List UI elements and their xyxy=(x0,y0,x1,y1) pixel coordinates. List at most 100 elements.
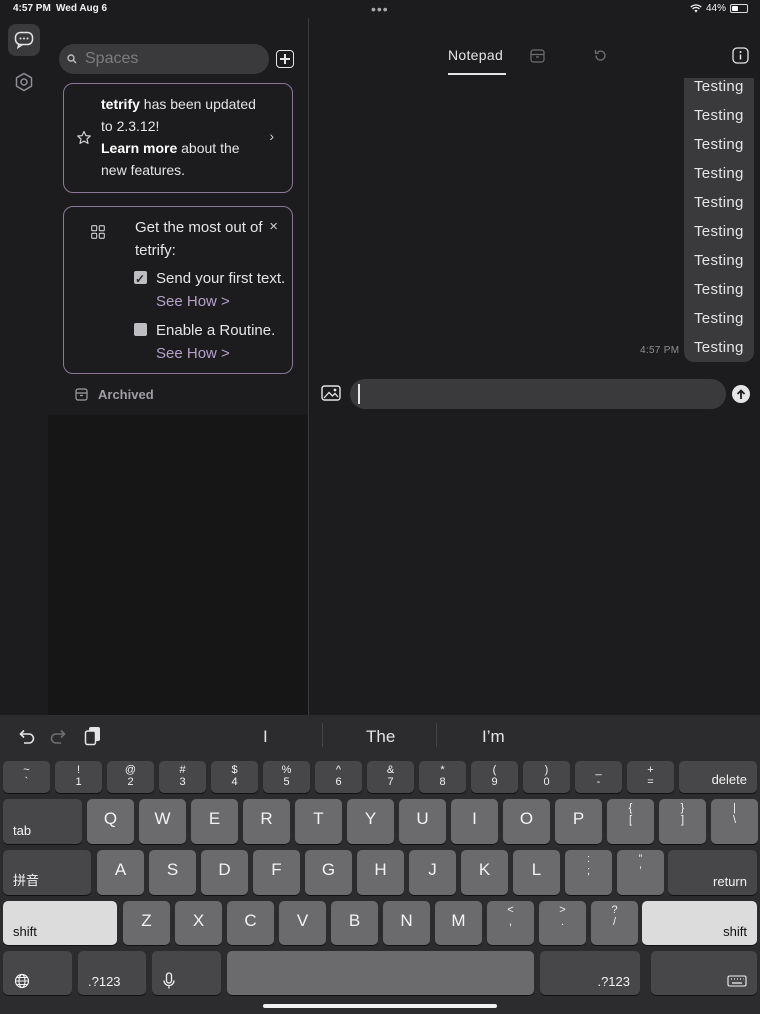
letter-key[interactable]: H xyxy=(357,850,404,895)
paste-icon[interactable] xyxy=(84,726,102,746)
message-input[interactable] xyxy=(350,379,726,409)
spaces-search[interactable]: Spaces xyxy=(59,44,269,74)
onboarding-title: Get the most out of tetrify: xyxy=(135,219,263,259)
numbers-key-left[interactable]: .?123 xyxy=(78,951,146,995)
letter-key[interactable]: >. xyxy=(539,901,586,945)
letter-key[interactable]: }] xyxy=(659,799,706,844)
letter-key[interactable]: | \ xyxy=(711,799,758,844)
letter-key[interactable]: S xyxy=(149,850,196,895)
letter-key[interactable]: J xyxy=(409,850,456,895)
suggestion-1[interactable]: I xyxy=(263,727,268,747)
letter-key[interactable]: U xyxy=(399,799,446,844)
suggestion-3[interactable]: I’m xyxy=(482,727,505,747)
letter-key[interactable]: Z xyxy=(123,901,170,945)
letter-key[interactable]: M xyxy=(435,901,482,945)
tab-notepad[interactable]: Notepad xyxy=(448,47,503,63)
letter-key[interactable]: F xyxy=(253,850,300,895)
message-bubble[interactable]: Testing Testing Testing Testing Testing Testi… xyxy=(684,78,754,362)
info-icon[interactable] xyxy=(732,47,749,64)
letter-key[interactable]: D xyxy=(201,850,248,895)
close-icon[interactable]: × xyxy=(269,218,278,235)
rail-chat-button[interactable] xyxy=(8,24,40,56)
letter-key[interactable]: ? / xyxy=(591,901,638,945)
key-label: C xyxy=(244,911,257,930)
message-line: Testing xyxy=(694,223,744,240)
globe-key[interactable] xyxy=(3,951,72,995)
letter-key[interactable]: {[ xyxy=(607,799,654,844)
letter-key[interactable]: ”’ xyxy=(617,850,664,895)
numbers-key-right[interactable]: .?123 xyxy=(540,951,640,995)
task-send-text[interactable]: Send your first text. See How > xyxy=(134,267,289,313)
letter-key[interactable]: B xyxy=(331,901,378,945)
key-shift-label: > xyxy=(559,904,566,916)
delete-key[interactable]: delete xyxy=(679,761,757,793)
letter-key[interactable]: C xyxy=(227,901,274,945)
image-attach-icon[interactable] xyxy=(321,385,341,401)
key-symbol[interactable]: * 8 xyxy=(419,761,466,793)
shift-right-key[interactable]: shift xyxy=(642,901,757,945)
key-label: ; xyxy=(586,865,591,877)
key-symbol[interactable]: $4 xyxy=(211,761,258,793)
add-space-button[interactable] xyxy=(276,50,294,68)
space-bar[interactable] xyxy=(227,951,534,995)
multitasking-dots[interactable]: ••• xyxy=(371,1,389,17)
key-label: F xyxy=(271,860,282,879)
letter-key[interactable]: X xyxy=(175,901,222,945)
letter-key[interactable]: R xyxy=(243,799,290,844)
rail-settings-button[interactable] xyxy=(8,66,40,98)
key-symbol[interactable]: + = xyxy=(627,761,674,793)
undo-icon[interactable] xyxy=(17,728,35,744)
checkbox-unchecked[interactable] xyxy=(134,323,147,336)
key-symbol[interactable]: ~ ` xyxy=(3,761,50,793)
checkbox-checked[interactable] xyxy=(134,268,147,291)
pinyin-key[interactable]: 拼音 xyxy=(3,850,91,895)
letter-key[interactable]: Y xyxy=(347,799,394,844)
letter-key[interactable]: N xyxy=(383,901,430,945)
letter-key[interactable]: P xyxy=(555,799,602,844)
see-how-link[interactable]: See How > xyxy=(156,345,230,362)
key-symbol[interactable]: ^ 6 xyxy=(315,761,362,793)
letter-key[interactable]: I xyxy=(451,799,498,844)
key-label: L xyxy=(531,860,542,879)
letter-key[interactable]: W xyxy=(139,799,186,844)
letter-key[interactable]: E xyxy=(191,799,238,844)
hide-keyboard-key[interactable] xyxy=(651,951,757,995)
letter-key[interactable]: V xyxy=(279,901,326,945)
archive-icon[interactable] xyxy=(530,49,545,63)
key-symbol[interactable]: #3 xyxy=(159,761,206,793)
key-symbol[interactable]: % 5 xyxy=(263,761,310,793)
letter-key[interactable]: K xyxy=(461,850,508,895)
update-card[interactable]: tetrify has been updated to 2.3.12! Lear… xyxy=(63,83,293,193)
refresh-icon[interactable] xyxy=(593,48,608,63)
key-symbol[interactable]: (9 xyxy=(471,761,518,793)
key-symbol[interactable]: _ - xyxy=(575,761,622,793)
letter-key[interactable]: A xyxy=(97,850,144,895)
letter-key[interactable]: :; xyxy=(565,850,612,895)
letter-key[interactable]: <, xyxy=(487,901,534,945)
task-enable-routine[interactable]: Enable a Routine. See How > xyxy=(134,319,289,365)
onboarding-card: Get the most out of tetrify: × Send your… xyxy=(63,206,293,374)
key-symbol[interactable]: & 7 xyxy=(367,761,414,793)
suggestion-2[interactable]: The xyxy=(366,727,395,747)
send-button[interactable] xyxy=(732,385,750,403)
shift-left-key[interactable]: shift xyxy=(3,901,117,945)
letter-key[interactable]: L xyxy=(513,850,560,895)
letter-key[interactable]: T xyxy=(295,799,342,844)
home-indicator[interactable] xyxy=(263,1004,497,1008)
key-symbol[interactable]: @2 xyxy=(107,761,154,793)
letter-key[interactable]: O xyxy=(503,799,550,844)
redo-icon[interactable] xyxy=(50,728,68,744)
tab-key[interactable]: tab xyxy=(3,799,82,844)
key-symbol[interactable]: ! 1 xyxy=(55,761,102,793)
archived-label: Archived xyxy=(98,387,154,402)
archived-item[interactable]: Archived xyxy=(75,387,154,402)
key-label: .?123 xyxy=(88,974,121,989)
key-symbol[interactable]: ) 0 xyxy=(523,761,570,793)
see-how-link[interactable]: See How > xyxy=(156,293,230,310)
learn-more-link[interactable]: Learn more xyxy=(101,140,177,156)
dictation-key[interactable] xyxy=(152,951,221,995)
letter-key[interactable]: G xyxy=(305,850,352,895)
letter-key[interactable]: Q xyxy=(87,799,134,844)
return-key[interactable]: return xyxy=(668,850,757,895)
key-label: shift xyxy=(13,924,37,939)
